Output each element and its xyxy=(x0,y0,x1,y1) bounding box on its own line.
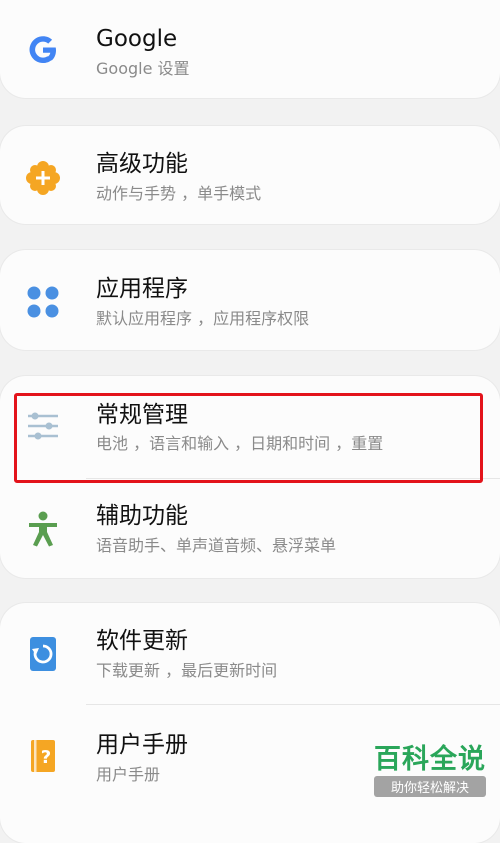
watermark-sub: 助你轻松解决 xyxy=(374,776,486,797)
advanced-features-icon xyxy=(26,161,60,195)
apps-icon xyxy=(27,286,59,318)
settings-item-apps[interactable]: 应用程序 默认应用程序 ，应用程序权限 xyxy=(0,250,500,350)
settings-item-google[interactable]: Google Google 设置 xyxy=(0,0,500,100)
svg-text:?: ? xyxy=(41,747,51,768)
item-title: 应用程序 xyxy=(96,276,188,302)
google-icon xyxy=(29,36,56,63)
item-subtitle: 用户手册 xyxy=(96,765,161,784)
item-title: 软件更新 xyxy=(96,628,188,654)
item-subtitle: 动作与手势 ，单手模式 xyxy=(96,184,262,203)
watermark-main: 百科全说 xyxy=(374,744,486,775)
accessibility-icon xyxy=(29,511,57,547)
user-manual-icon: ? xyxy=(31,740,55,772)
item-subtitle: 下载更新 ，最后更新时间 xyxy=(96,661,278,680)
item-subtitle: 语音助手、单声道音频、悬浮菜单 xyxy=(96,536,337,555)
item-title: 辅助功能 xyxy=(96,503,188,529)
software-update-icon xyxy=(30,637,56,671)
item-title: 用户手册 xyxy=(96,732,188,758)
item-title: Google xyxy=(96,26,178,52)
settings-item-accessibility[interactable]: 辅助功能 语音助手、单声道音频、悬浮菜单 xyxy=(0,478,500,578)
item-subtitle: 默认应用程序 ，应用程序权限 xyxy=(96,309,310,328)
item-title: 高级功能 xyxy=(96,151,188,177)
item-subtitle: Google 设置 xyxy=(96,59,190,78)
watermark: 百科全说 助你轻松解决 xyxy=(374,744,486,797)
highlight-box xyxy=(14,393,483,483)
settings-item-software-update[interactable]: 软件更新 下载更新 ，最后更新时间 xyxy=(0,603,500,703)
settings-item-advanced-features[interactable]: 高级功能 动作与手势 ，单手模式 xyxy=(0,126,500,226)
